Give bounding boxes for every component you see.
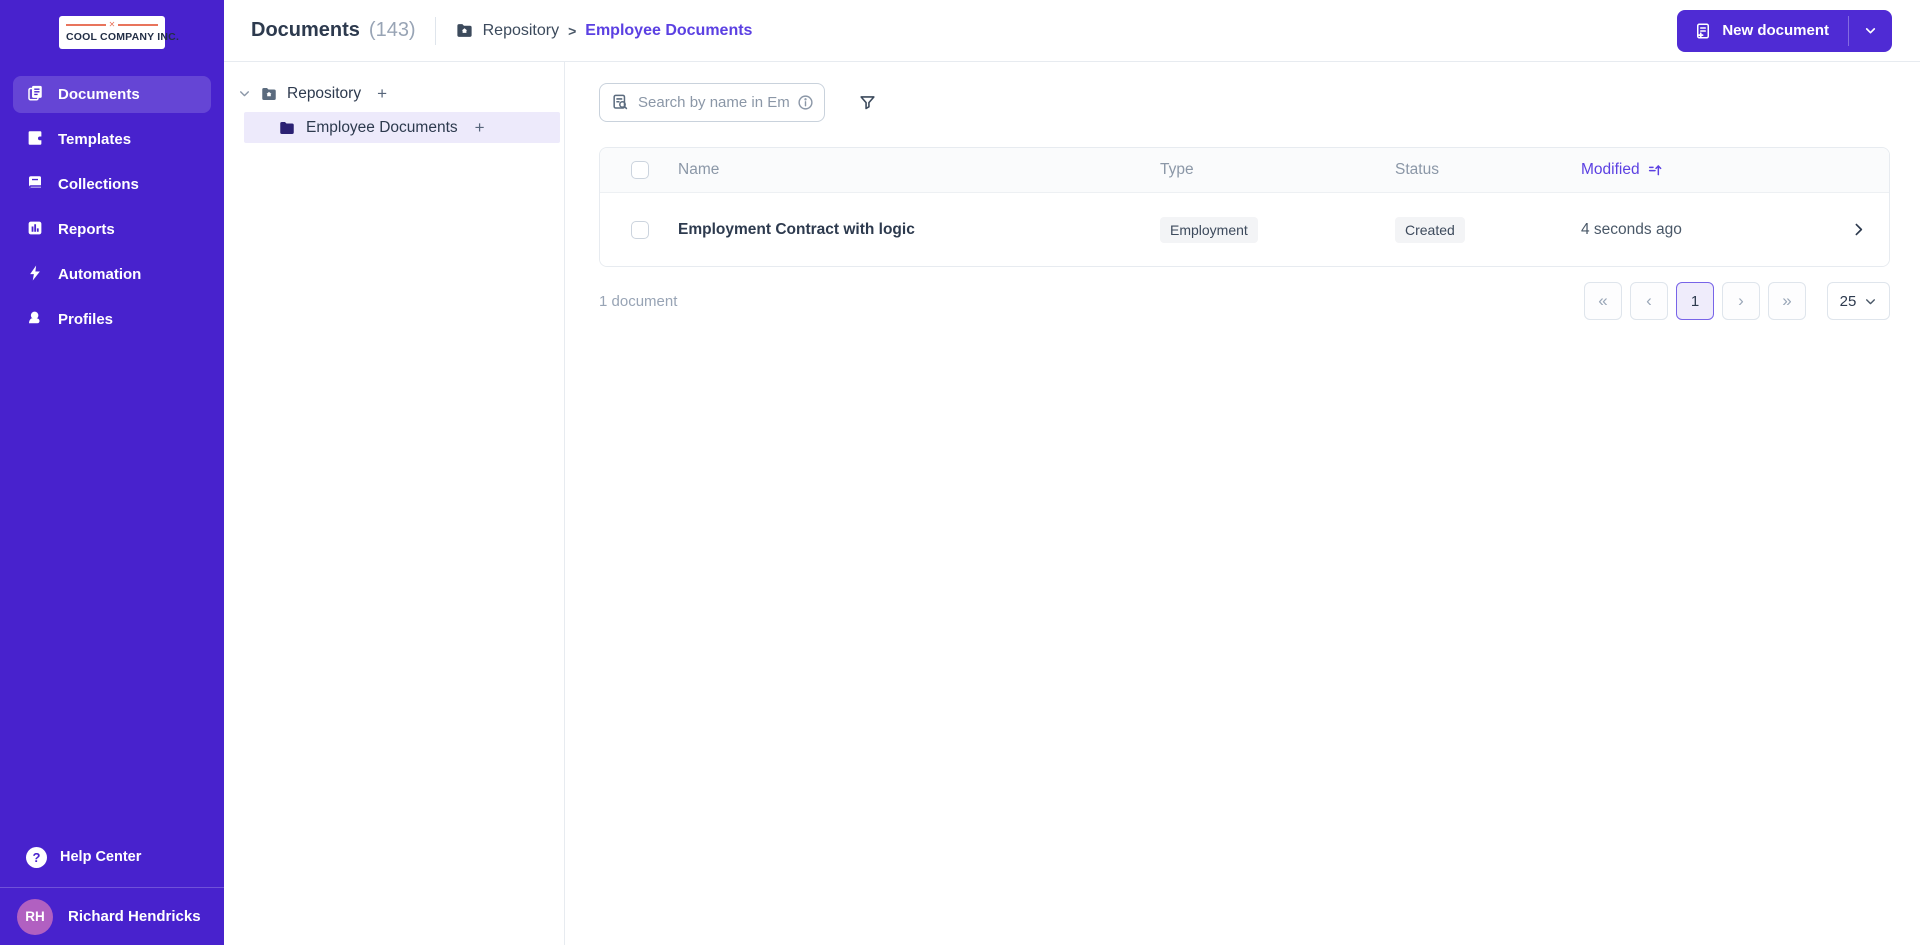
- breadcrumb: Repository > Employee Documents: [455, 21, 752, 40]
- document-name-link[interactable]: Employment Contract with logic: [678, 221, 1160, 239]
- collections-icon: [26, 174, 44, 196]
- company-name: COOL COMPANY INC.: [66, 31, 180, 43]
- pagination: « ‹ 1 › » 25: [1584, 282, 1890, 320]
- app-window: ✕ COOL COMPANY INC. Documents Templates: [0, 0, 1920, 945]
- documents-summary: 1 document: [599, 292, 678, 310]
- sidebar-item-profiles[interactable]: Profiles: [13, 301, 211, 338]
- help-icon: ?: [26, 846, 47, 868]
- search-icon: [611, 93, 630, 112]
- documents-table: Name Type Status Modified Employment Con…: [599, 147, 1890, 267]
- row-checkbox[interactable]: [631, 220, 649, 239]
- chevron-down-icon: [240, 91, 249, 97]
- column-header-name: Name: [678, 161, 720, 178]
- breadcrumb-separator: >: [568, 22, 577, 39]
- search-input[interactable]: [638, 94, 789, 111]
- documents-toolbar: [599, 83, 1890, 122]
- info-icon[interactable]: [797, 94, 814, 111]
- column-header-type: Type: [1160, 161, 1194, 178]
- select-all-checkbox[interactable]: [631, 161, 649, 179]
- search-box: [599, 83, 825, 122]
- sidebar-item-automation[interactable]: Automation: [13, 256, 211, 293]
- table-footer: 1 document « ‹ 1 › » 25: [599, 282, 1890, 320]
- column-header-status: Status: [1395, 161, 1439, 178]
- folder-home-icon: [260, 85, 278, 103]
- header-divider: [434, 16, 436, 45]
- templates-icon: [26, 129, 44, 151]
- sidebar-item-label: Collections: [58, 176, 139, 193]
- column-header-modified-sort[interactable]: Modified: [1581, 161, 1827, 179]
- sidebar-item-label: Reports: [58, 221, 115, 238]
- tree-item-repository[interactable]: Repository +: [224, 79, 564, 108]
- documents-icon: [26, 84, 44, 106]
- tree-item-label: Employee Documents: [306, 118, 458, 136]
- chevron-down-icon: [1866, 298, 1876, 304]
- page-size-select[interactable]: 25: [1827, 282, 1890, 320]
- add-folder-button[interactable]: +: [377, 85, 387, 102]
- reports-icon: [26, 219, 44, 241]
- sidebar-item-reports[interactable]: Reports: [13, 211, 211, 248]
- tree-item-employee-documents[interactable]: Employee Documents +: [244, 112, 560, 143]
- new-document-icon: [1694, 22, 1712, 40]
- add-folder-button[interactable]: +: [475, 119, 485, 136]
- new-document-split-button: New document: [1677, 9, 1892, 52]
- page-size-value: 25: [1839, 292, 1857, 310]
- automation-icon: [26, 264, 44, 286]
- user-menu[interactable]: RH Richard Hendricks: [0, 887, 224, 945]
- documents-content: Name Type Status Modified Employment Con…: [565, 62, 1920, 945]
- new-document-label: New document: [1722, 22, 1829, 39]
- table-row[interactable]: Employment Contract with logic Employmen…: [600, 193, 1889, 266]
- sort-ascending-icon: [1648, 165, 1661, 176]
- previous-page-button[interactable]: ‹: [1630, 282, 1668, 320]
- help-center-button[interactable]: ? Help Center: [0, 835, 224, 879]
- chevron-right-icon: [1855, 223, 1862, 236]
- table-header-row: Name Type Status Modified: [600, 148, 1889, 193]
- new-document-button[interactable]: New document: [1677, 10, 1848, 52]
- last-page-button[interactable]: »: [1768, 282, 1806, 320]
- filter-icon[interactable]: [858, 93, 877, 112]
- page-header: Documents (143) Repository > Employee Do…: [224, 0, 1920, 62]
- help-center-label: Help Center: [60, 849, 142, 865]
- company-logo[interactable]: ✕ COOL COMPANY INC.: [59, 16, 180, 49]
- folder-icon: [278, 119, 296, 137]
- first-page-button[interactable]: «: [1584, 282, 1622, 320]
- modified-timestamp: 4 seconds ago: [1581, 220, 1682, 238]
- sidebar-item-collections[interactable]: Collections: [13, 166, 211, 203]
- avatar: RH: [17, 898, 53, 935]
- column-header-modified-label: Modified: [1581, 161, 1640, 178]
- logo-decoration: ✕: [66, 21, 159, 29]
- sidebar-nav: Documents Templates Collections Reports: [0, 76, 224, 346]
- sidebar-item-templates[interactable]: Templates: [13, 121, 211, 158]
- sidebar-item-label: Templates: [58, 131, 132, 148]
- open-document-button[interactable]: [1827, 221, 1889, 238]
- profiles-icon: [26, 309, 44, 331]
- type-badge: Employment: [1160, 216, 1258, 243]
- documents-count: (143): [368, 19, 416, 41]
- tree-item-label: Repository: [287, 84, 362, 102]
- sidebar-item-label: Documents: [58, 86, 140, 103]
- new-document-dropdown-button[interactable]: [1849, 10, 1892, 52]
- folder-tree-panel: Repository + Employee Documents +: [224, 62, 565, 945]
- chevron-down-icon: [1865, 28, 1876, 34]
- page-number-button[interactable]: 1: [1676, 282, 1714, 320]
- main-panel: Documents (143) Repository > Employee Do…: [224, 0, 1920, 945]
- breadcrumb-current[interactable]: Employee Documents: [585, 22, 752, 40]
- folder-home-icon: [455, 21, 474, 40]
- breadcrumb-root[interactable]: Repository: [483, 22, 559, 40]
- sidebar-item-label: Automation: [58, 266, 142, 283]
- page-title: Documents: [251, 19, 360, 41]
- sidebar-item-label: Profiles: [58, 311, 114, 328]
- status-badge: Created: [1395, 216, 1465, 243]
- user-name: Richard Hendricks: [68, 908, 201, 925]
- sidebar: ✕ COOL COMPANY INC. Documents Templates: [0, 0, 224, 945]
- next-page-button[interactable]: ›: [1722, 282, 1760, 320]
- sidebar-item-documents[interactable]: Documents: [13, 76, 211, 113]
